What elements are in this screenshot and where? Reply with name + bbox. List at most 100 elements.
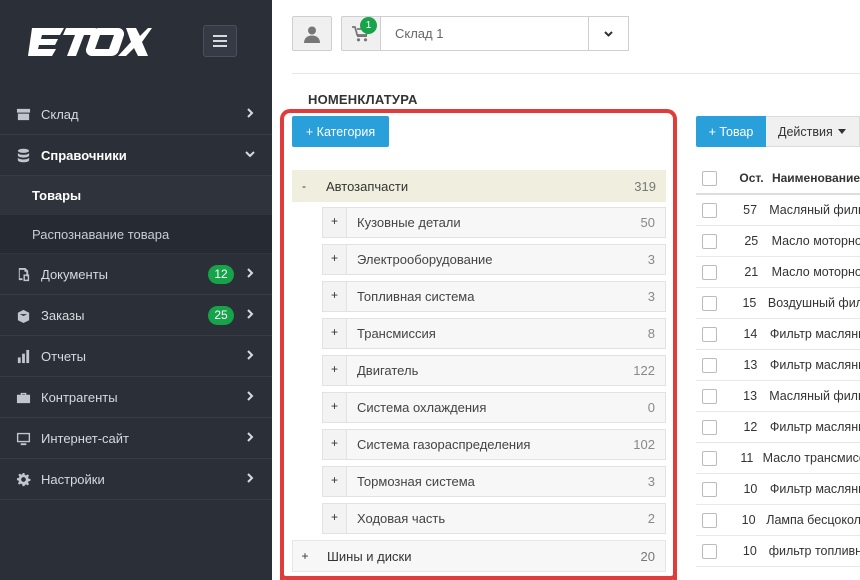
table-row[interactable]: 10 Лампа бесцокольная [696, 505, 860, 536]
table-row[interactable]: 15 Воздушный фильтр [696, 288, 860, 319]
row-name[interactable]: Воздушный фильтр [768, 296, 860, 310]
category-root-autoparts[interactable]: - Автозапчасти 319 [292, 170, 666, 202]
store-select[interactable]: Склад 1 [380, 16, 629, 51]
expand-toggle[interactable]: + [323, 356, 347, 385]
user-profile-button[interactable] [292, 16, 332, 51]
expand-toggle[interactable]: + [293, 549, 317, 563]
expand-toggle[interactable]: + [323, 467, 347, 496]
table-row[interactable]: 10 Фильтр масляный [696, 474, 860, 505]
collapse-toggle[interactable]: - [292, 179, 316, 193]
sidebar-item-orders[interactable]: Заказы 25 [0, 295, 272, 336]
row-checkbox[interactable] [702, 419, 717, 435]
row-name[interactable]: Масляный фильтр [769, 389, 860, 403]
expand-toggle[interactable]: + [323, 504, 347, 533]
row-checkbox[interactable] [702, 450, 717, 466]
table-row[interactable]: 57 Масляный фильтр [696, 195, 860, 226]
orders-count-badge: 25 [208, 306, 234, 325]
expand-toggle[interactable]: + [323, 245, 347, 274]
row-name[interactable]: фильтр топливный [769, 544, 860, 558]
sidebar-item-counterparties[interactable]: Контрагенты [0, 377, 272, 418]
row-name[interactable]: Фильтр масляный [770, 420, 860, 434]
row-qty: 25 [744, 234, 759, 248]
category-item[interactable]: + Трансмиссия 8 [322, 318, 666, 349]
expand-toggle[interactable]: + [323, 319, 347, 348]
category-name[interactable]: Электрооборудование [347, 252, 648, 267]
category-name[interactable]: Топливная система [347, 289, 648, 304]
category-count: 122 [633, 363, 655, 378]
row-checkbox[interactable] [702, 388, 717, 404]
category-name[interactable]: Двигатель [347, 363, 633, 378]
row-checkbox[interactable] [702, 295, 717, 311]
expand-toggle[interactable]: + [323, 208, 347, 237]
category-name[interactable]: Система охлаждения [347, 400, 648, 415]
database-icon [15, 147, 31, 163]
row-checkbox[interactable] [702, 326, 717, 342]
sidebar-subitem-product-recognition[interactable]: Распознавание товара [0, 215, 272, 254]
table-row[interactable]: 11 Масло трансмиссионное [696, 443, 860, 474]
row-checkbox[interactable] [702, 512, 717, 528]
row-checkbox[interactable] [702, 233, 717, 249]
sidebar: Склад Справочники Товары Распознавание т… [0, 0, 272, 580]
row-qty: 15 [742, 296, 757, 310]
row-name[interactable]: Масло трансмиссионное [763, 451, 860, 465]
sidebar-item-warehouse[interactable]: Склад [0, 94, 272, 135]
actions-dropdown-button[interactable]: Действия [766, 116, 860, 147]
category-count: 2 [647, 511, 655, 526]
sidebar-subitem-products[interactable]: Товары [0, 176, 272, 215]
row-name[interactable]: Лампа бесцокольная [766, 513, 860, 527]
chevron-down-icon[interactable] [588, 17, 628, 50]
category-name[interactable]: Система газораспределения [347, 437, 633, 452]
table-row[interactable]: 21 Масло моторное [696, 257, 860, 288]
column-header-qty[interactable]: Ост. [734, 171, 769, 185]
category-count: 50 [640, 215, 655, 230]
menu-toggle-button[interactable] [203, 25, 237, 57]
category-item[interactable]: + Топливная система 3 [322, 281, 666, 312]
expand-toggle[interactable]: + [323, 393, 347, 422]
sidebar-item-settings[interactable]: Настройки [0, 459, 272, 500]
select-all-checkbox[interactable] [702, 170, 717, 186]
expand-toggle[interactable]: + [323, 430, 347, 459]
table-row[interactable]: 13 Масляный фильтр [696, 381, 860, 412]
row-name[interactable]: Масло моторное [772, 234, 860, 248]
category-item[interactable]: + Тормозная система 3 [322, 466, 666, 497]
row-name[interactable]: Фильтр масляный [770, 482, 860, 496]
sidebar-item-website[interactable]: Интернет-сайт [0, 418, 272, 459]
row-checkbox[interactable] [702, 481, 717, 497]
category-item[interactable]: + Двигатель 122 [322, 355, 666, 386]
column-header-name[interactable]: Наименование [772, 171, 860, 185]
add-product-button[interactable]: + Товар [696, 116, 766, 147]
category-item[interactable]: + Ходовая часть 2 [322, 503, 666, 534]
row-checkbox[interactable] [702, 543, 717, 559]
row-checkbox[interactable] [702, 202, 717, 218]
category-name[interactable]: Кузовные детали [347, 215, 641, 230]
cart-count-badge: 1 [360, 17, 377, 34]
sidebar-item-reports[interactable]: Отчеты [0, 336, 272, 377]
category-item[interactable]: + Электрооборудование 3 [322, 244, 666, 275]
row-checkbox[interactable] [702, 264, 717, 280]
etox-logo[interactable] [28, 24, 152, 60]
row-name[interactable]: Фильтр масляный [770, 358, 860, 372]
add-category-button[interactable]: + Категория [292, 116, 389, 147]
expand-toggle[interactable]: + [323, 282, 347, 311]
category-item[interactable]: + Система охлаждения 0 [322, 392, 666, 423]
table-row[interactable]: 13 Фильтр масляный [696, 350, 860, 381]
category-name[interactable]: Трансмиссия [347, 326, 648, 341]
row-name[interactable]: Масляный фильтр [769, 203, 860, 217]
row-name[interactable]: Масло моторное [772, 265, 860, 279]
category-name[interactable]: Шины и диски [317, 549, 641, 564]
row-name[interactable]: Фильтр масляный [770, 327, 860, 341]
table-row[interactable]: 25 Масло моторное [696, 226, 860, 257]
sidebar-item-directories[interactable]: Справочники [0, 135, 272, 176]
table-row[interactable]: 14 Фильтр масляный [696, 319, 860, 350]
category-item[interactable]: + Кузовные детали 50 [322, 207, 666, 238]
category-item[interactable]: + Система газораспределения 102 [322, 429, 666, 460]
table-row[interactable]: 12 Фильтр масляный [696, 412, 860, 443]
category-name[interactable]: Автозапчасти [316, 179, 634, 194]
category-name[interactable]: Ходовая часть [347, 511, 648, 526]
row-checkbox[interactable] [702, 357, 717, 373]
table-row[interactable]: 10 фильтр топливный [696, 536, 860, 567]
documents-count-badge: 12 [208, 265, 234, 284]
category-root-tires[interactable]: + Шины и диски 20 [292, 540, 666, 572]
sidebar-item-documents[interactable]: Документы 12 [0, 254, 272, 295]
category-name[interactable]: Тормозная система [347, 474, 648, 489]
